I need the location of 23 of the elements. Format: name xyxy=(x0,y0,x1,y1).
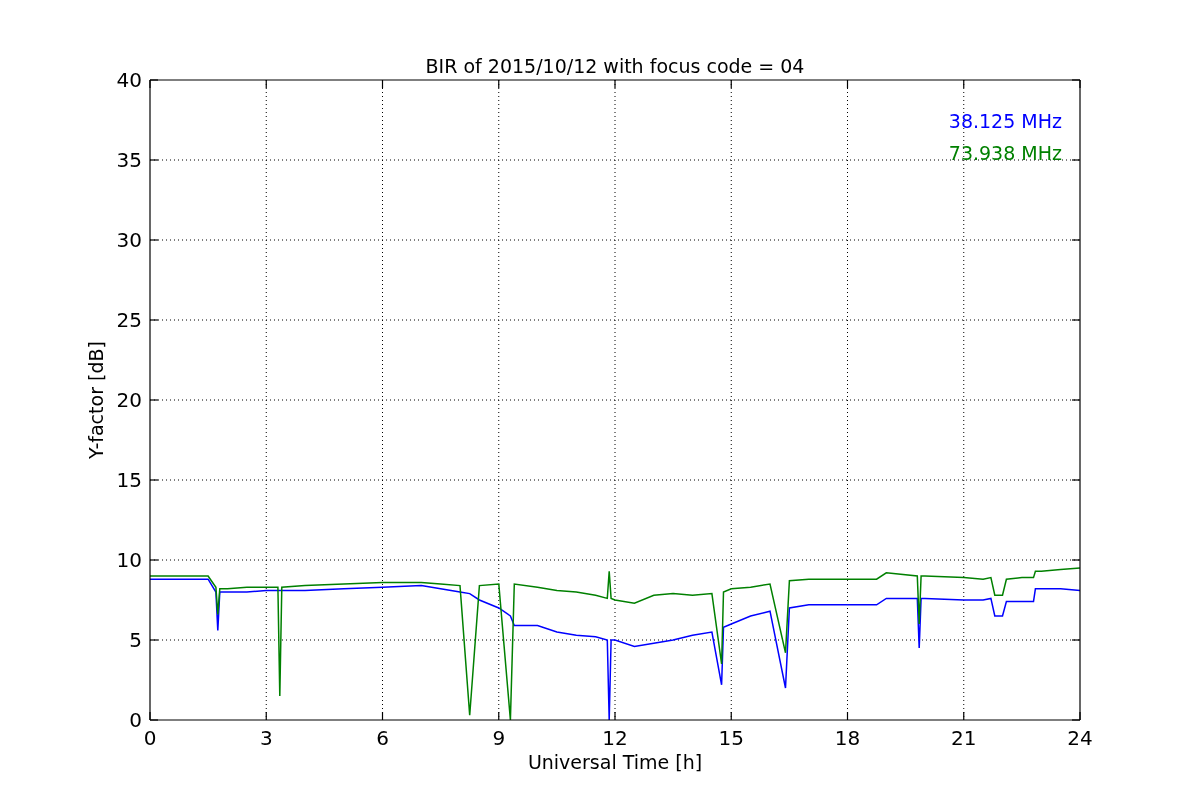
x-tick-label: 24 xyxy=(1067,726,1093,750)
y-tick-label: 30 xyxy=(116,228,142,252)
x-axis-label: Universal Time [h] xyxy=(527,751,703,773)
y-axis-label: Y-factor [dB] xyxy=(85,341,107,459)
x-tick-label: 6 xyxy=(376,726,389,750)
x-tick-label: 18 xyxy=(834,726,861,750)
x-tick-label: 12 xyxy=(602,726,628,750)
y-tick-label: 35 xyxy=(116,148,142,172)
legend-label: 38.125 MHz xyxy=(948,110,1062,132)
y-tick-label: 40 xyxy=(116,68,142,92)
x-tick-label: 21 xyxy=(951,726,977,750)
x-tick-label: 15 xyxy=(718,726,744,750)
x-tick-label: 3 xyxy=(259,726,273,750)
x-tick-label: 9 xyxy=(492,726,506,750)
y-tick-label: 0 xyxy=(129,708,142,732)
x-tick-label: 0 xyxy=(143,726,157,750)
y-tick-label: 5 xyxy=(129,628,142,652)
y-tick-label: 25 xyxy=(116,308,142,332)
y-tick-label: 10 xyxy=(116,548,142,572)
y-tick-label: 15 xyxy=(116,468,142,492)
legend-label: 73.938 MHz xyxy=(948,142,1062,164)
y-tick-label: 20 xyxy=(116,388,142,412)
chart-title: BIR of 2015/10/12 with focus code = 04 xyxy=(425,55,805,77)
